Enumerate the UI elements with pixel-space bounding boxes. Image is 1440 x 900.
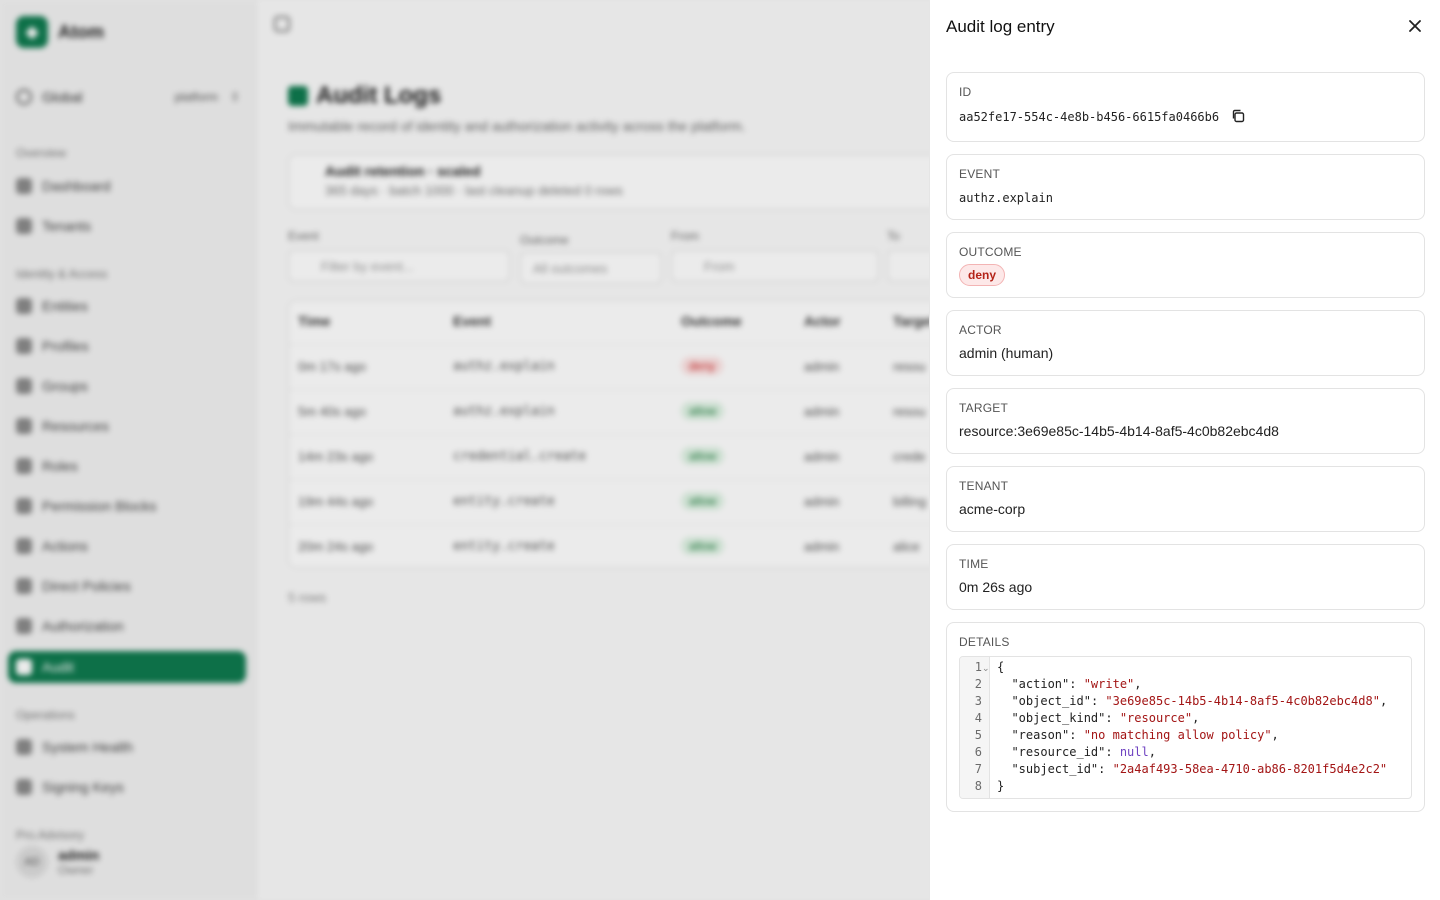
drawer-title: Audit log entry [946, 17, 1055, 36]
line-number: 8 [974, 779, 982, 793]
time-label: TIME [959, 557, 989, 571]
tenant-card: TENANT acme-corp [946, 466, 1425, 532]
code-line: "subject_id": "2a4af493-58ea-4710-ab86-8… [1011, 762, 1388, 776]
tenant-value: acme-corp [959, 501, 1026, 517]
id-label: ID [959, 85, 972, 99]
details-card: DETAILS 1 2 3 4 5 6 7 8 ⌄ { "action": "write", … [946, 622, 1425, 812]
line-number: 1 [974, 660, 982, 674]
line-number: 6 [974, 745, 982, 759]
json-key: "resource_id" [1011, 745, 1106, 759]
code-line: "action": "write", [1011, 677, 1142, 691]
json-key: "object_id" [1011, 694, 1091, 708]
json-value: "resource" [1119, 711, 1193, 725]
tenant-label: TENANT [959, 479, 1009, 493]
audit-entry-drawer: Audit log entry ID aa52fe17-554c-4e8b-b4… [929, 0, 1440, 900]
code-line: } [997, 779, 1005, 793]
code-line: "reason": "no matching allow policy", [1011, 728, 1279, 742]
outcome-badge: deny [959, 264, 1006, 286]
code-line: "object_id": "3e69e85c-14b5-4b14-8af5-4c… [1011, 694, 1388, 708]
code-line: { [997, 660, 1005, 674]
time-value: 0m 26s ago [959, 579, 1033, 595]
code-line: "resource_id": null, [1011, 745, 1156, 759]
event-value: authz.explain [959, 191, 1053, 205]
line-number: 7 [974, 762, 982, 776]
line-number: 3 [974, 694, 982, 708]
code-line: "object_kind": "resource", [1011, 711, 1200, 725]
details-label: DETAILS [959, 635, 1010, 649]
json-key: "subject_id" [1011, 762, 1099, 776]
actor-label: ACTOR [959, 323, 1002, 337]
line-number: 2 [974, 677, 982, 691]
actor-value: admin (human) [959, 345, 1054, 361]
json-value: "write" [1083, 677, 1135, 691]
fold-chevron-icon[interactable]: ⌄ [982, 663, 990, 674]
copy-icon [1232, 109, 1245, 123]
details-json-editor[interactable]: 1 2 3 4 5 6 7 8 ⌄ { "action": "write", "object_… [959, 656, 1412, 799]
event-label: EVENT [959, 167, 1001, 181]
modal-overlay[interactable] [0, 0, 929, 900]
json-key: "reason" [1011, 728, 1070, 742]
json-key: "object_kind" [1011, 711, 1106, 725]
id-card: ID aa52fe17-554c-4e8b-b456-6615fa0466b6 [946, 72, 1425, 142]
json-value: "2a4af493-58ea-4710-ab86-8201f5d4e2c2" [1112, 762, 1388, 776]
line-number: 4 [974, 711, 982, 725]
time-card: TIME 0m 26s ago [946, 544, 1425, 610]
target-card: TARGET resource:3e69e85c-14b5-4b14-8af5-… [946, 388, 1425, 454]
line-number-gutter: 1 2 3 4 5 6 7 8 [960, 657, 990, 798]
json-key: "action" [1011, 677, 1070, 691]
json-value: null [1119, 745, 1149, 759]
outcome-card: OUTCOME deny [946, 232, 1425, 298]
target-label: TARGET [959, 401, 1008, 415]
actor-card: ACTOR admin (human) [946, 310, 1425, 376]
event-card: EVENT authz.explain [946, 154, 1425, 220]
json-value: "3e69e85c-14b5-4b14-8af5-4c0b82ebc4d8" [1105, 694, 1380, 708]
close-button[interactable] [1404, 15, 1426, 37]
copy-button[interactable] [1231, 109, 1247, 125]
json-value: "no matching allow policy" [1083, 728, 1272, 742]
target-value: resource:3e69e85c-14b5-4b14-8af5-4c0b82e… [959, 423, 1279, 439]
outcome-label: OUTCOME [959, 245, 1022, 259]
line-number: 5 [974, 728, 982, 742]
close-icon [1409, 20, 1421, 32]
id-value: aa52fe17-554c-4e8b-b456-6615fa0466b6 [959, 110, 1220, 124]
